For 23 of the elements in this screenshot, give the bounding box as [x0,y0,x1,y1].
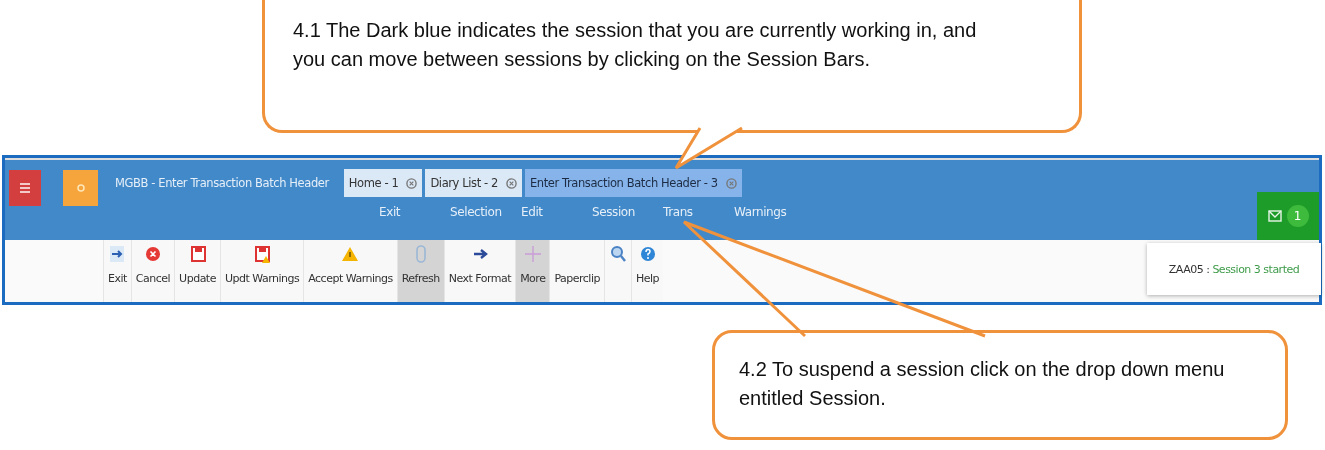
circle-icon [76,184,85,192]
app-title: MGBB - Enter Transaction Batch Header [115,176,329,190]
save-icon [188,244,207,264]
menu-button[interactable] [9,170,41,206]
cancel-icon [143,244,162,264]
message-code: ZAA05 : [1168,262,1210,276]
message-text: Session 3 started [1212,262,1300,276]
plus-icon [523,244,542,264]
help-icon [638,244,657,264]
session-tab[interactable]: Home - 1 [343,169,423,197]
save-warning-icon [253,244,272,264]
close-icon[interactable] [406,177,418,189]
close-icon[interactable] [725,177,737,189]
session-tab[interactable]: Enter Transaction Batch Header - 3 [524,169,742,197]
menu-icon [19,182,31,194]
search-icon [608,244,627,264]
mail-icon[interactable] [1267,210,1282,222]
toolbar-button[interactable]: Exit [103,240,131,302]
callout-pointer [674,126,744,170]
notification-count: 1 [1286,205,1309,227]
close-icon[interactable] [505,177,517,189]
session-tab[interactable]: Diary List - 2 [425,169,522,197]
callout-box: 4.2 To suspend a session click on the drop down menu entitled Session. [712,330,1288,440]
